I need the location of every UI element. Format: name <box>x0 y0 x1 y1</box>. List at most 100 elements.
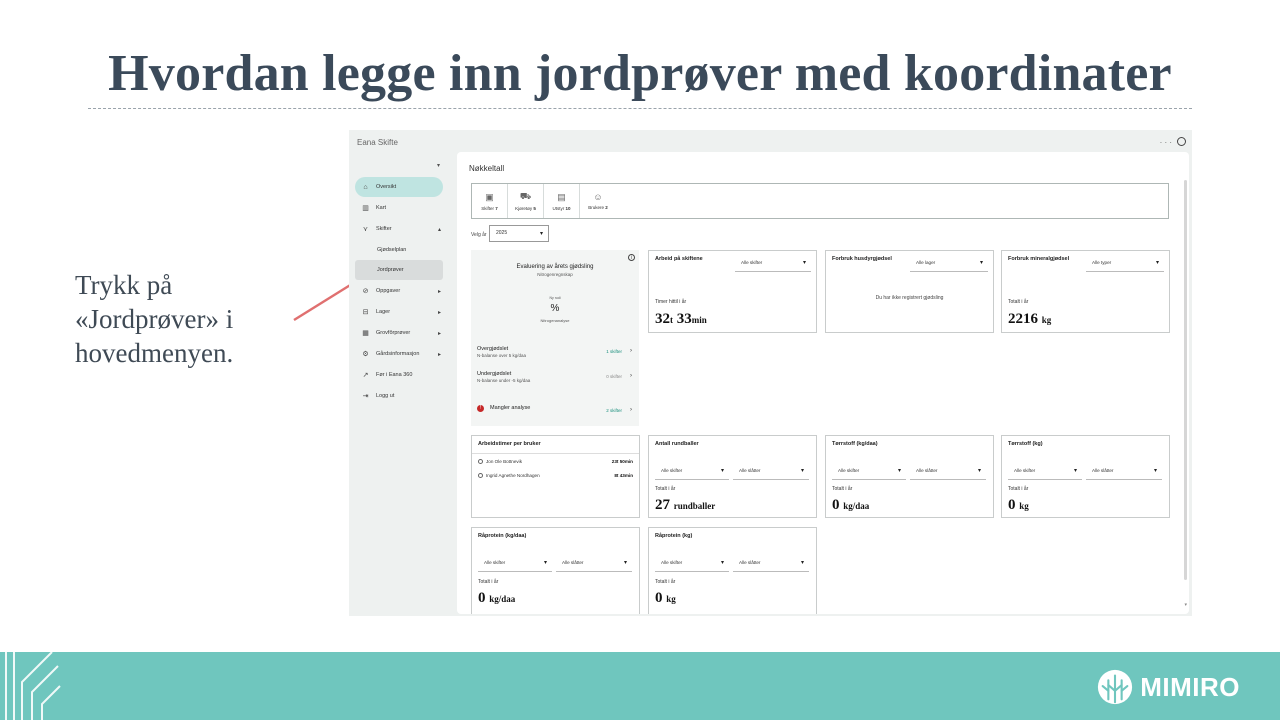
caret-down-icon: ▾ <box>539 231 543 237</box>
field-filter-select[interactable]: Alle skifter ▾ <box>832 463 906 480</box>
value-unit: kg <box>1019 501 1029 511</box>
user-hours: 8t 43min <box>614 473 633 478</box>
window-menu-dots[interactable]: · · · <box>1160 138 1172 147</box>
field-filter-select[interactable]: Alle skifter ▾ <box>735 255 811 272</box>
fertilization-evaluation-card: i Evaluering av årets gjødsling Nitrogen… <box>471 250 639 426</box>
sidebar-item-eana360[interactable]: ↗ Før i Eana 360 <box>355 365 443 385</box>
row-label: Overgjødslet <box>477 346 509 352</box>
sidebar-item-label: Gjødselplan <box>377 247 407 253</box>
total-label: Totalt i år <box>655 579 676 585</box>
sidebar-item-jordprover[interactable]: Jordprøver <box>355 260 443 280</box>
warning-icon: ! <box>477 405 484 412</box>
kpi-skifter[interactable]: ▣ Skifter 7 <box>472 184 508 218</box>
kpi-utstyr[interactable]: ▤ Utstyr 10 <box>544 184 580 218</box>
card-title: Tørrstoff (kg/daa) <box>832 441 878 447</box>
gear-icon: ⚙ <box>362 351 369 358</box>
card-title: Råprotein (kg/daa) <box>478 533 527 539</box>
instruction-line: «Jordprøver» i <box>75 304 234 334</box>
value-unit: kg <box>1041 315 1052 325</box>
caret-down-icon: ▾ <box>977 468 981 474</box>
field-filter-select[interactable]: Alle skifter ▾ <box>655 463 729 480</box>
user-name: Jon Ole Bottnevik <box>486 459 523 464</box>
select-value: Alle skifter <box>661 560 683 565</box>
total-label: Totalt i år <box>832 486 853 492</box>
crude-protein-kg-card: Råprotein (kg) Alle skifter ▾ Alle slåtte… <box>648 527 817 614</box>
sidebar-item-label: Grovfôrprøver <box>376 330 411 336</box>
scrollbar[interactable] <box>1184 180 1187 580</box>
value-number: 0 <box>478 590 486 606</box>
bales-value: 27 rundballer <box>655 497 715 514</box>
field-filter-select[interactable]: Alle skifter ▾ <box>655 555 729 572</box>
divider <box>472 453 639 454</box>
protein-kg-value: 0 kg <box>655 590 676 607</box>
type-filter-select[interactable]: Alle typer ▾ <box>1086 255 1164 272</box>
missing-analysis-row[interactable]: ! Mangler analyse 2 skifter › <box>477 405 632 413</box>
crude-protein-per-daa-card: Råprotein (kg/daa) Alle skifter ▾ Alle sl… <box>471 527 640 614</box>
field-filter-select[interactable]: Alle skifter ▾ <box>1008 463 1082 480</box>
user-row[interactable]: Jon Ole Bottnevik 23t 50min <box>478 459 633 464</box>
field-photo-icon: ▣ <box>485 191 494 202</box>
collapse-caret-icon[interactable]: ▾ <box>437 162 440 169</box>
sidebar-item-lager[interactable]: ⊟ Lager ▸ <box>355 302 443 322</box>
value-number: 2216 <box>1008 311 1038 327</box>
title-divider <box>88 108 1192 109</box>
chevron-right-icon: ▸ <box>437 330 441 337</box>
mineral-fertilizer-card: Forbruk mineralgjødsel Alle typer ▾ Tota… <box>1001 250 1170 333</box>
harvest-filter-select[interactable]: Alle slåtter ▾ <box>733 555 809 572</box>
harvest-filter-select[interactable]: Alle slåtter ▾ <box>1086 463 1162 480</box>
sidebar-item-logg-ut[interactable]: ⇥ Logg ut <box>355 386 443 406</box>
sidebar-item-skifter[interactable]: ⋎ Skifter ▴ <box>355 219 443 239</box>
card-title: Råprotein (kg) <box>655 533 693 539</box>
user-icon: ☺ <box>593 192 603 202</box>
user-row[interactable]: Ingrid Agnethe Nordhagen 8t 43min <box>478 473 633 478</box>
year-select[interactable]: 2025 ▾ <box>489 225 549 242</box>
info-icon[interactable]: i <box>628 254 635 261</box>
caret-down-icon: ▾ <box>543 560 547 566</box>
kpi-kjoretoy[interactable]: ⛟ Kjøretøy 5 <box>508 184 544 218</box>
select-value: Alle skifter <box>484 560 506 565</box>
storage-filter-select[interactable]: Alle lager ▾ <box>910 255 988 272</box>
kpi-brukere[interactable]: ☺ Brukere 2 <box>580 184 616 218</box>
work-hours-value: 32t 33min <box>655 311 707 328</box>
caret-down-icon: ▾ <box>800 560 804 566</box>
app-screenshot: Eana Skifte · · · ▾ ⌂ Oversikt ▥ Kart ⋎ … <box>349 130 1192 616</box>
round-bales-card: Antall rundballer Alle skifter ▾ Alle slå… <box>648 435 817 518</box>
user-icon <box>478 459 483 464</box>
harvest-filter-select[interactable]: Alle slåtter ▾ <box>910 463 986 480</box>
sidebar-item-label: Lager <box>376 309 391 315</box>
evaluation-title: Evaluering av årets gjødsling <box>516 264 594 270</box>
mimiro-logo: MIMIRO <box>1096 668 1240 706</box>
chevron-right-icon: ▸ <box>437 351 441 358</box>
caret-down-icon: ▾ <box>623 560 627 566</box>
sidebar-item-oversikt[interactable]: ⌂ Oversikt <box>355 177 443 197</box>
sidebar-item-grovforprover[interactable]: ▦ Grovfôrprøver ▸ <box>355 323 443 343</box>
sidebar-item-oppgaver[interactable]: ⊘ Oppgaver ▸ <box>355 281 443 301</box>
home-icon: ⌂ <box>363 183 368 191</box>
sidebar-item-gjodselplan[interactable]: Gjødselplan <box>355 240 443 260</box>
page-title: Nøkkeltall <box>469 164 505 173</box>
row-count: 2 skifter <box>606 408 622 413</box>
sidebar-item-gardsinformasjon[interactable]: ⚙ Gårdsinformasjon ▸ <box>355 344 443 364</box>
dry-matter-value: 0 kg/daa <box>832 497 869 514</box>
work-hours-per-user-card: Arbeidstimer per bruker Jon Ole Bottnevi… <box>471 435 640 518</box>
card-title: Antall rundballer <box>655 441 699 447</box>
select-value: Alle slåtter <box>739 560 761 565</box>
mineral-value: 2216 kg <box>1008 311 1051 328</box>
harvest-filter-select[interactable]: Alle slåtter ▾ <box>556 555 632 572</box>
account-icon[interactable] <box>1177 137 1186 146</box>
kpi-label: Skifter <box>481 205 494 211</box>
overfertilized-row[interactable]: Overgjødslet N-balanse over 5 kg/daa 1 s… <box>477 346 632 358</box>
harvest-filter-select[interactable]: Alle slåtter ▾ <box>733 463 809 480</box>
underfertilized-row[interactable]: Undergjødslet N-balanse under -5 kg/daa … <box>477 371 632 383</box>
scroll-down-icon[interactable]: ▾ <box>1184 602 1187 608</box>
slide-title: Hvordan legge inn jordprøver med koordin… <box>108 45 1172 102</box>
select-value: Alle slåtter <box>916 468 938 473</box>
chevron-right-icon: › <box>630 373 632 379</box>
select-value: Alle slåtter <box>739 468 761 473</box>
field-filter-select[interactable]: Alle skifter ▾ <box>478 555 552 572</box>
sidebar-item-kart[interactable]: ▥ Kart <box>355 198 443 218</box>
minutes-number: 33 <box>676 311 692 327</box>
value-unit: rundballer <box>673 501 716 511</box>
dry-matter-kg-value: 0 kg <box>1008 497 1029 514</box>
row-label: Mangler analyse <box>490 405 531 411</box>
